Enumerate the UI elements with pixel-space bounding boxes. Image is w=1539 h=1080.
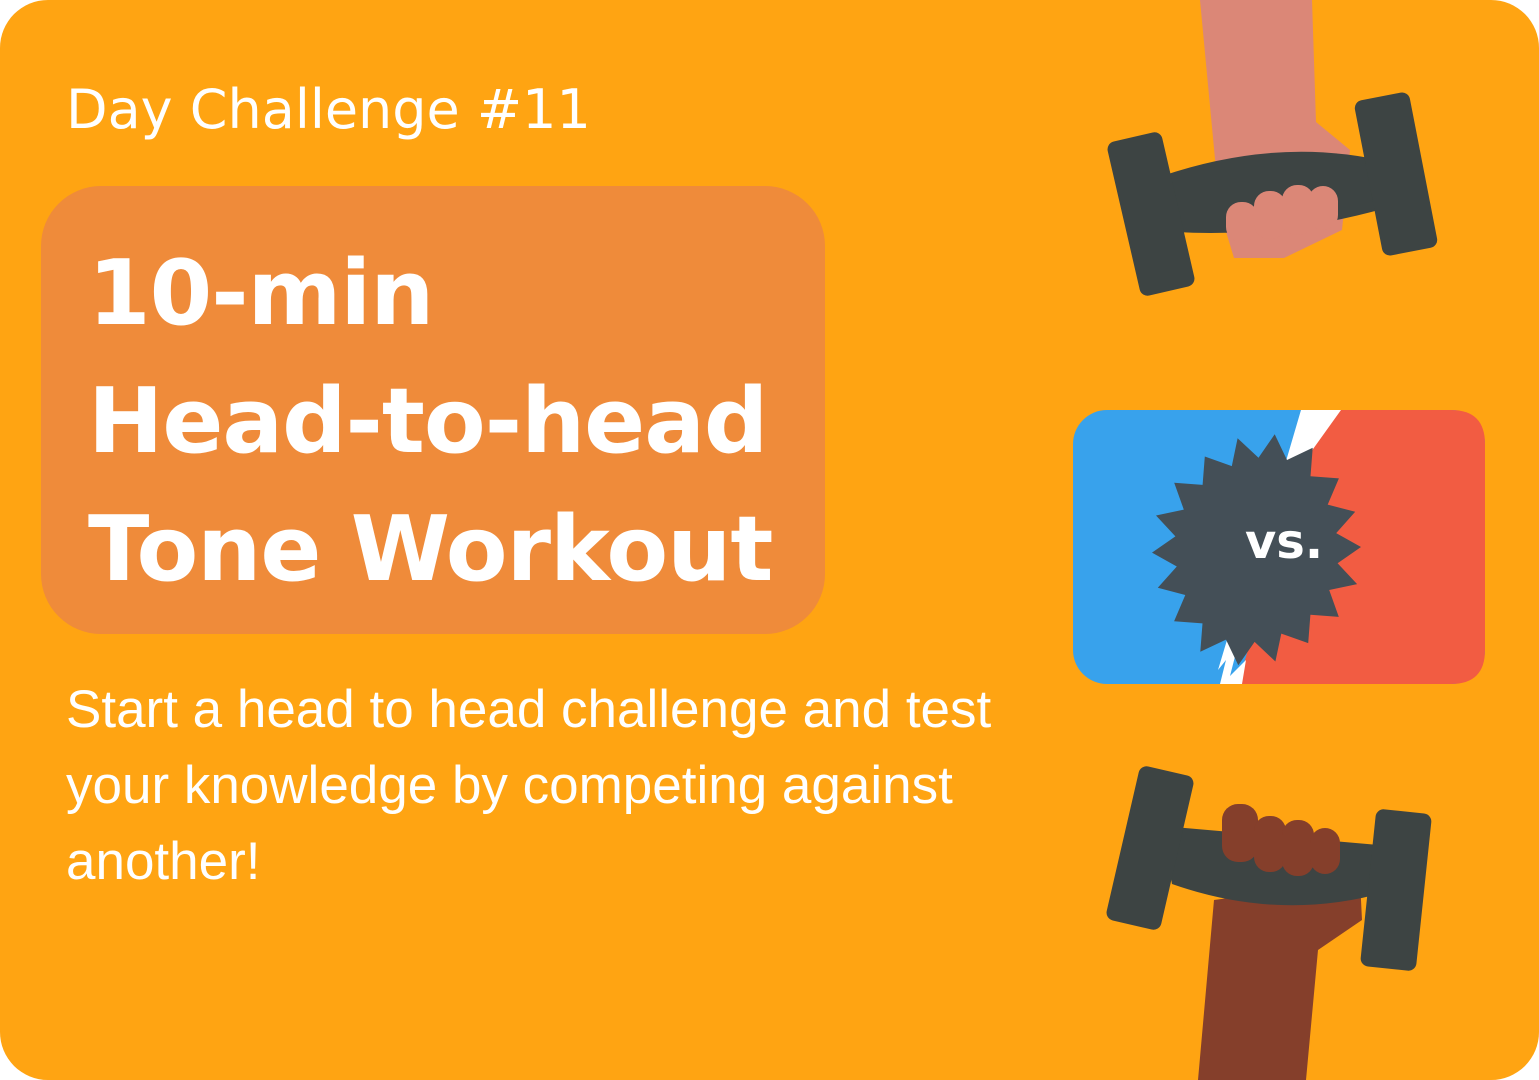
dumbbell-weight	[1360, 809, 1432, 971]
finger	[1254, 816, 1286, 872]
finger	[1222, 804, 1258, 862]
illustration: vs.	[1073, 0, 1485, 1080]
arm	[1198, 880, 1362, 1080]
versus-icon: vs.	[1073, 410, 1485, 684]
finger	[1308, 186, 1338, 230]
dumbbell-light-hand-icon	[1107, 0, 1438, 296]
dumbbell-dark-hand-icon	[1106, 766, 1432, 1080]
versus-label: vs.	[1245, 514, 1323, 570]
finger	[1282, 820, 1314, 876]
finger	[1254, 191, 1286, 239]
finger	[1310, 828, 1340, 874]
finger	[1226, 202, 1258, 242]
